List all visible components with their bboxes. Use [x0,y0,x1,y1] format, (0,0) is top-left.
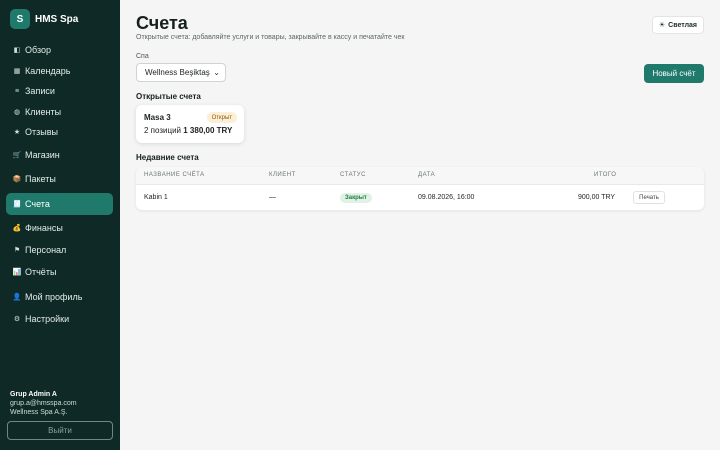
open-bill-card[interactable]: Masa 3 Открыт 2 позиций 1 380,00 TRY [136,105,244,143]
spa-select[interactable]: Wellness Beşiktaş ⌄ [136,63,226,82]
column-header-client: Клиент [269,172,296,178]
sidebar-item-overview[interactable]: ◧ Обзор [6,40,113,60]
page-title: Счета [136,13,188,33]
sidebar-item-label: Отчёты [25,267,57,277]
sidebar-item-packages[interactable]: 📦 Пакеты [6,169,113,189]
sidebar-item-profile[interactable]: 👤 Мой профиль [6,287,113,307]
open-bill-summary: 2 позиций 1 380,00 TRY [144,126,232,135]
gear-icon: ⚙ [13,316,21,323]
sidebar-item-label: Финансы [25,223,63,233]
chart-icon: 📊 [12,269,22,276]
sidebar-item-label: Пакеты [25,174,56,184]
calendar-icon: ▦ [13,68,21,75]
cell-total: 900,00 TRY [578,194,616,201]
column-header-date: Дата [418,172,436,178]
chevron-down-icon: ⌄ [213,68,220,77]
sidebar-item-label: Персонал [25,245,67,255]
package-icon: 📦 [12,176,22,183]
star-icon: ★ [13,129,21,136]
clients-icon: ◍ [13,109,21,116]
sidebar-item-reports[interactable]: 📊 Отчёты [6,262,113,282]
sidebar-item-label: Мой профиль [25,292,83,302]
flag-icon: ⚑ [13,247,21,254]
sidebar-item-reviews[interactable]: ★ Отзывы [6,122,113,142]
sidebar-item-staff[interactable]: ⚑ Персонал [6,240,113,260]
cell-date: 09.08.2026, 16:00 [418,194,475,201]
status-badge: Открыт [206,112,237,123]
sidebar-item-label: Магазин [25,150,60,160]
sun-icon: ☀ [658,22,666,29]
open-bills-title: Открытые счета [136,92,201,101]
open-bill-positions: 2 позиций [144,126,184,135]
sidebar-item-label: Счета [25,199,50,209]
money-bag-icon: 💰 [12,225,22,232]
overview-icon: ◧ [13,47,21,54]
cart-icon: 🛒 [12,152,22,159]
table-header: Название счёта Клиент Статус Дата Итого [136,167,704,185]
user-info: Grup Admin A grup.a@hmsspa.com Wellness … [10,390,77,417]
user-company: Wellness Spa A.Ş. [10,409,68,416]
receipt-icon: 🧾 [12,201,22,208]
sidebar-item-label: Настройки [25,314,70,324]
main-content: Счета Открытые счета: добавляйте услуги … [120,0,720,450]
column-header-total: Итого [594,172,617,178]
sidebar-item-appointments[interactable]: ≡ Записи [6,81,113,101]
sidebar-item-calendar[interactable]: ▦ Календарь [6,61,113,81]
print-button[interactable]: Печать [633,191,665,204]
page-subtitle: Открытые счета: добавляйте услуги и това… [136,34,405,41]
new-bill-button[interactable]: Новый счёт [644,64,704,83]
cell-bill-name: Kabin 1 [144,194,168,201]
brand-logo: S [10,9,30,29]
theme-toggle-button[interactable]: ☀ Светлая [651,16,704,34]
status-badge: Закрыт [340,193,372,203]
theme-label: Светлая [668,21,697,29]
open-bill-total: 1 380,00 TRY [183,126,233,135]
sidebar-item-settings[interactable]: ⚙ Настройки [6,309,113,329]
cell-client: — [269,194,276,201]
column-header-name: Название счёта [144,172,205,178]
brand[interactable]: S HMS Spa [10,9,78,29]
sidebar-item-label: Календарь [25,66,71,76]
sidebar-item-finance[interactable]: 💰 Финансы [6,218,113,238]
sidebar: S HMS Spa ◧ Обзор ▦ Календарь ≡ Записи ◍… [0,0,120,450]
spa-label: Спа [136,53,149,60]
recent-bills-title: Недавние счета [136,153,199,162]
spa-selected-value: Wellness Beşiktaş [145,68,210,77]
brand-name: HMS Spa [35,13,79,25]
column-header-status: Статус [340,172,366,178]
sidebar-item-label: Обзор [25,45,51,55]
sidebar-item-label: Записи [25,86,55,96]
table-row[interactable]: Kabin 1 — Закрыт 09.08.2026, 16:00 900,0… [136,186,704,210]
sidebar-item-label: Отзывы [25,127,58,137]
sidebar-item-bills[interactable]: 🧾 Счета [6,193,113,215]
user-email: grup.a@hmsspa.com [10,400,77,407]
sidebar-item-clients[interactable]: ◍ Клиенты [6,102,113,122]
sidebar-item-shop[interactable]: 🛒 Магазин [6,145,113,165]
open-bill-name: Masa 3 [144,113,171,122]
sidebar-item-label: Клиенты [25,107,62,117]
list-icon: ≡ [14,87,20,95]
user-icon: 👤 [12,294,22,301]
logout-button[interactable]: Выйти [7,421,113,440]
recent-bills-table: Название счёта Клиент Статус Дата Итого … [136,167,704,210]
user-name: Grup Admin A [10,391,57,398]
